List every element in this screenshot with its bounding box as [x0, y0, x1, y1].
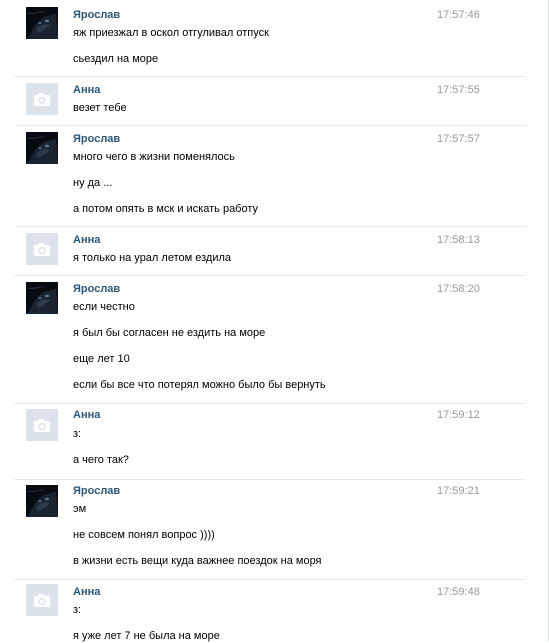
message-text: сьездил на море	[73, 53, 159, 65]
camera-placeholder-icon[interactable]	[26, 83, 58, 115]
message-author[interactable]: Ярослав	[73, 485, 120, 498]
message-text: ну да ...	[73, 177, 113, 189]
message-text: з:	[73, 604, 82, 616]
message-text: если честно	[73, 301, 135, 313]
message-text: я уже лет 7 не была на море	[73, 630, 220, 642]
message: Ярослав 17:57:57 много чего в жизни поме…	[0, 126, 548, 227]
message-text: не совсем понял вопрос ))))	[73, 529, 215, 541]
message-text: а чего так?	[73, 454, 129, 466]
message: Анна 17:59:48 з: я уже лет 7 не была на …	[0, 580, 548, 642]
camera-placeholder-icon[interactable]	[26, 584, 58, 616]
user-photo-icon[interactable]	[26, 485, 58, 517]
message-author[interactable]: Ярослав	[73, 133, 120, 146]
message: Ярослав 17:59:21 эм не совсем понял вопр…	[0, 480, 548, 580]
message-text: везет тебе	[73, 102, 127, 114]
message-time[interactable]: 17:57:46	[437, 9, 480, 22]
message: Ярослав 17:57:46 яж приезжал в оскол отг…	[0, 0, 548, 77]
user-photo-icon[interactable]	[26, 282, 58, 314]
message-text: я был бы согласен не ездить на море	[73, 327, 266, 339]
message: Анна 17:58:13 я только на урал летом езд…	[0, 227, 548, 276]
message-time[interactable]: 17:59:21	[437, 485, 480, 498]
message-text: много чего в жизни поменялось	[73, 151, 235, 163]
camera-placeholder-icon[interactable]	[26, 409, 58, 441]
message: Анна 17:57:55 везет тебе	[0, 77, 548, 126]
user-photo-icon[interactable]	[26, 132, 58, 164]
message: Анна 17:59:12 з: а чего так?	[0, 404, 548, 480]
message-time[interactable]: 17:57:57	[437, 133, 480, 146]
message-text: яж приезжал в оскол отгуливал отпуск	[73, 27, 269, 39]
message-text: эм	[73, 503, 87, 515]
message-time[interactable]: 17:58:20	[437, 283, 480, 296]
camera-placeholder-icon[interactable]	[26, 233, 58, 265]
message-text: я только на урал летом ездила	[73, 252, 231, 264]
message-text: а потом опять в мск и искать работу	[73, 203, 259, 215]
user-photo-icon[interactable]	[26, 7, 58, 39]
message-text: з:	[73, 428, 82, 440]
message-author[interactable]: Ярослав	[73, 9, 120, 22]
message-author[interactable]: Анна	[73, 409, 100, 422]
message-text: если бы все что потерял можно было бы ве…	[73, 379, 326, 391]
message-author[interactable]: Анна	[73, 586, 100, 599]
message-author[interactable]: Анна	[73, 234, 100, 247]
message-text: в жизни есть вещи куда важнее поездок на…	[73, 555, 322, 567]
message-time[interactable]: 17:58:13	[437, 234, 480, 247]
message-time[interactable]: 17:59:48	[437, 586, 480, 599]
message: Ярослав 17:58:20 если честно я был бы со…	[0, 276, 548, 404]
message-time[interactable]: 17:59:12	[437, 409, 480, 422]
message-text: еще лет 10	[73, 353, 130, 365]
message-author[interactable]: Ярослав	[73, 283, 120, 296]
message-time[interactable]: 17:57:55	[437, 84, 480, 97]
message-author[interactable]: Анна	[73, 84, 100, 97]
